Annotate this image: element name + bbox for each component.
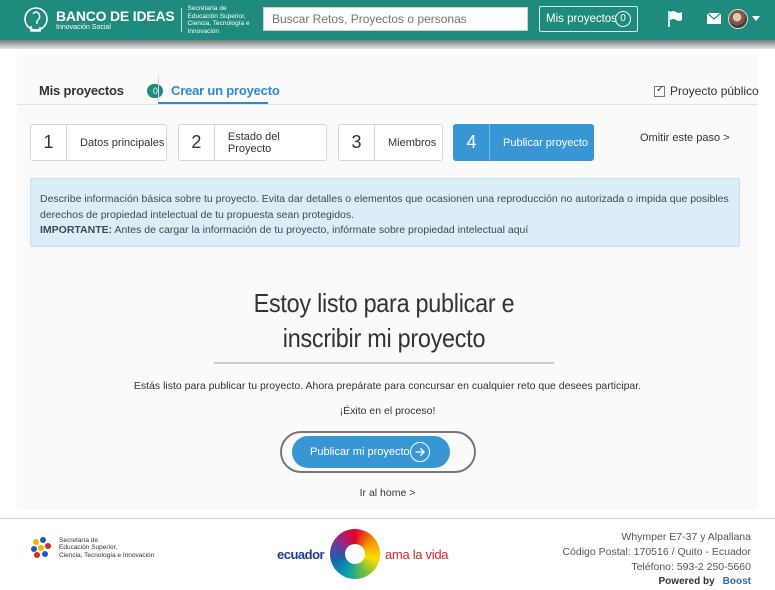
info-alert: Describe información básica sobre tu pro… [30, 178, 740, 247]
address-line: Código Postal: 170516 / Quito - Ecuador [562, 546, 751, 558]
color-wheel-icon [330, 529, 380, 579]
logo-divider [180, 8, 182, 32]
powered-by-label: Powered by [658, 576, 715, 587]
publish-label: Publicar mi proyecto [310, 446, 410, 458]
address-line: Teléfono: 593-2 250-5660 [631, 561, 751, 573]
org-line: Educación Superior, [59, 544, 118, 552]
tab-crear-proyecto[interactable]: Crear un proyecto [171, 76, 280, 105]
project-tabs: Mis proyectos 0 Crear un proyecto [17, 76, 758, 105]
footer-divider [0, 518, 775, 519]
senescyt-emblem-icon [31, 537, 51, 558]
boost-logo[interactable]: Boost [723, 576, 751, 587]
org-line: Secretaría de [59, 536, 99, 544]
step-label: Estado del Proyecto [227, 130, 280, 155]
step-number: 3 [351, 132, 362, 152]
tabs-bottom-border [17, 104, 758, 105]
page-title: Estoy listo para publicar e inscribir mi… [218, 286, 549, 356]
step-datos-principales[interactable]: 1 Datos principales [30, 124, 167, 161]
step-estado-proyecto[interactable]: 2 Estado del Proyecto [178, 124, 327, 161]
step-number: 2 [191, 132, 202, 152]
important-text: Antes de cargar la información de tu pro… [112, 224, 529, 236]
chevron-down-icon[interactable] [752, 16, 760, 21]
step-number: 4 [466, 132, 477, 152]
success-message: ¡Éxito en el proceso! [339, 405, 436, 417]
my-projects-label: Mis proyectos [546, 13, 617, 25]
ama-la-vida-text: ama la vida [385, 547, 449, 562]
public-project-checkbox[interactable] [654, 84, 665, 97]
senescyt-name: Secretaría de Educación Superior, Cienci… [59, 537, 169, 560]
step-miembros[interactable]: 3 Miembros [338, 124, 443, 161]
title-line: Estoy listo para publicar e [253, 288, 515, 318]
step-number: 1 [43, 132, 54, 152]
brand-subtitle: Innovación Social [56, 23, 111, 31]
alert-text: derechos de propiedad intelectual de tu … [40, 208, 355, 221]
step-label: Miembros [388, 136, 437, 149]
public-project-label: Proyecto público [670, 84, 759, 98]
skip-step-link[interactable]: Omitir este paso > [640, 132, 730, 144]
alert-important: IMPORTANTE: Antes de cargar la informaci… [40, 223, 730, 239]
mail-icon[interactable] [707, 13, 721, 24]
header-shadow [0, 40, 775, 49]
tab-count-badge: 0 [147, 84, 164, 98]
my-projects-count: 0 [615, 11, 631, 27]
address-line: Whymper E7-37 y Alpallana [621, 531, 751, 543]
home-link[interactable]: Ir al home > [0, 487, 775, 499]
lightbulb-head-icon [24, 7, 48, 32]
important-label: IMPORTANTE: [40, 224, 113, 236]
search-input[interactable] [263, 7, 528, 31]
title-line: inscribir mi proyecto [282, 323, 486, 353]
top-navigation-bar: BANCO DE IDEAS Innovación Social Secreta… [0, 0, 775, 40]
ecuador-ama-la-vida-logo: ecuador ama la vida [277, 528, 467, 580]
user-avatar[interactable] [728, 9, 748, 29]
brand-title: BANCO DE IDEAS [56, 7, 175, 24]
step-label: Datos principales [80, 136, 165, 149]
ready-message: Estás listo para publicar tu proyecto. A… [133, 380, 642, 392]
senescyt-logo: Secretaría de Educación Superior, Cienci… [28, 535, 169, 561]
step-publicar-proyecto[interactable]: 4 Publicar proyecto [453, 124, 594, 161]
public-project-toggle[interactable]: Proyecto público [654, 84, 759, 98]
tab-divider [158, 76, 159, 105]
title-underline [214, 362, 554, 364]
publish-project-button[interactable]: Publicar mi proyecto [292, 436, 450, 468]
arrow-right-icon [410, 442, 430, 462]
tab-label: Crear un proyecto [171, 83, 280, 98]
ecuador-text: ecuador [277, 547, 325, 562]
flag-icon[interactable] [667, 10, 683, 28]
org-line: Ciencia, Tecnología e Innovación [59, 551, 155, 559]
powered-by: Powered by Boost [659, 576, 751, 587]
tab-label: Mis proyectos [39, 83, 124, 98]
step-label: Publicar proyecto [503, 136, 588, 149]
footer-address: Whymper E7-37 y Alpallana Código Postal:… [562, 530, 751, 575]
tab-mis-proyectos[interactable]: Mis proyectos 0 [39, 76, 164, 105]
alert-text: Describe información básica sobre tu pro… [40, 193, 729, 205]
my-projects-button[interactable]: Mis proyectos 0 [539, 6, 638, 32]
